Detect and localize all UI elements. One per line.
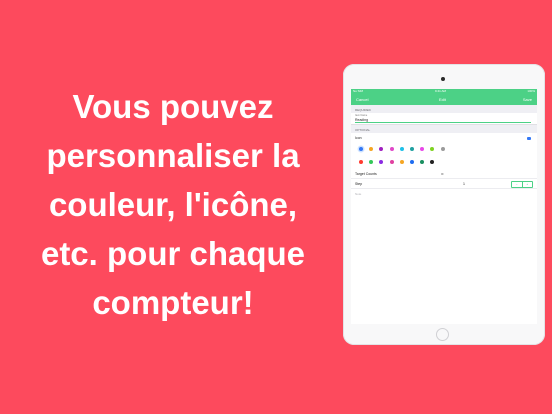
color-swatch[interactable] (359, 147, 363, 151)
optional-section-header: OPTIONAL (351, 125, 537, 133)
required-section-header: REQUIRED (351, 105, 537, 113)
color-swatch[interactable] (440, 147, 445, 151)
headline: Vous pouvez personnaliser la couleur, l'… (8, 82, 338, 327)
target-counts-row[interactable]: Target Counts ∞ (351, 169, 537, 179)
color-swatch[interactable] (389, 147, 394, 151)
nav-title: Edit (439, 97, 446, 102)
headline-line: couleur, l'icône, (48, 186, 298, 223)
color-swatch[interactable] (369, 160, 374, 164)
color-swatch[interactable] (379, 160, 384, 164)
selected-icon-preview-icon[interactable] (527, 137, 531, 140)
color-swatch[interactable] (399, 147, 404, 151)
color-swatch[interactable] (420, 160, 425, 164)
step-plus-button[interactable]: + (523, 182, 533, 187)
color-row-1 (351, 143, 537, 156)
headline-line: Vous pouvez (72, 88, 274, 125)
camera-icon (441, 77, 445, 81)
color-swatch[interactable] (389, 160, 394, 164)
save-button[interactable]: Save (523, 94, 532, 105)
headline-line: etc. pour chaque (40, 235, 306, 272)
step-label: Step (355, 182, 363, 186)
item-name-caption: Item Name (355, 114, 368, 117)
note-input[interactable]: Note (355, 192, 361, 196)
item-name-field[interactable]: Item Name Reading (351, 113, 537, 125)
input-underline (355, 122, 531, 123)
color-swatch[interactable] (430, 147, 435, 151)
step-stepper[interactable]: − + (511, 181, 533, 188)
headline-line: compteur! (92, 284, 254, 321)
target-counts-value[interactable]: ∞ (441, 172, 444, 176)
target-counts-label: Target Counts (355, 172, 377, 176)
color-swatch[interactable] (379, 147, 384, 151)
home-button[interactable] (436, 328, 449, 341)
headline-line: personnaliser la (46, 137, 300, 174)
color-swatch[interactable] (420, 147, 425, 151)
color-swatch[interactable] (359, 160, 363, 164)
nav-bar: Cancel Edit Save (351, 94, 537, 105)
icon-row[interactable]: Icon (351, 133, 537, 143)
step-value: 1 (463, 182, 465, 186)
icon-label: Icon (355, 136, 362, 140)
step-minus-button[interactable]: − (512, 182, 523, 187)
ipad-device: No SIM 9:41 AM 100% Cancel Edit Save REQ… (343, 64, 545, 345)
color-swatch[interactable] (369, 147, 374, 151)
app-screen: No SIM 9:41 AM 100% Cancel Edit Save REQ… (351, 89, 537, 324)
color-swatch[interactable] (410, 160, 414, 164)
color-swatch[interactable] (399, 160, 404, 164)
color-swatch[interactable] (430, 160, 435, 164)
color-row-2 (351, 156, 537, 169)
color-swatch[interactable] (410, 147, 414, 151)
step-row: Step 1 − + (351, 179, 537, 189)
cancel-button[interactable]: Cancel (356, 94, 368, 105)
note-row[interactable]: Note (351, 189, 537, 199)
